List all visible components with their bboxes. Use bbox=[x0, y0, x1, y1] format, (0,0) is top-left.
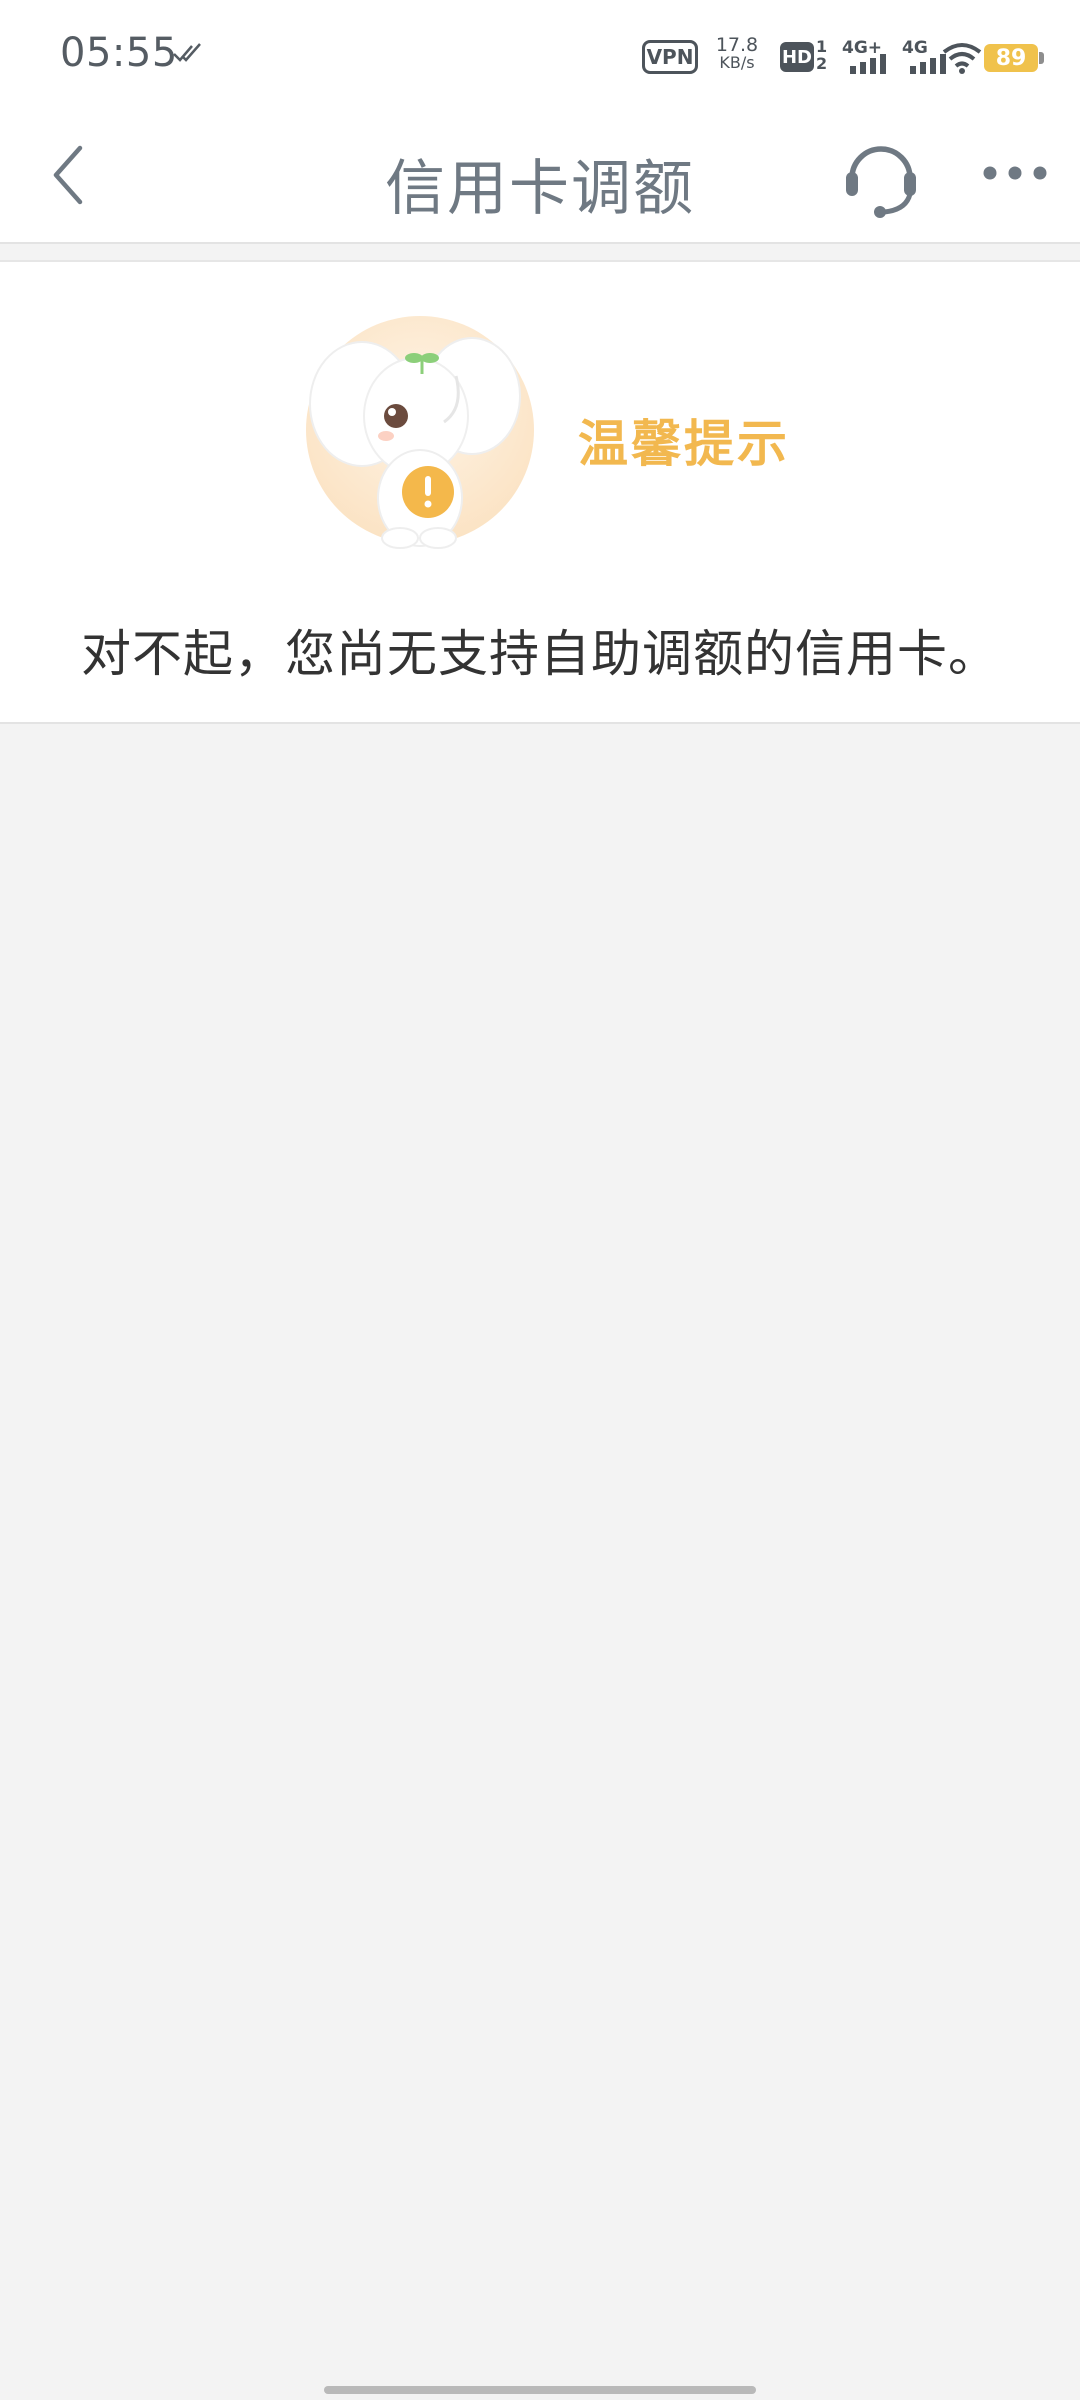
double-check-icon bbox=[173, 43, 201, 62]
signal-1-icon: 4G+ bbox=[842, 38, 894, 84]
vpn-badge: VPN bbox=[642, 40, 698, 74]
hd-sub-bottom: 2 bbox=[816, 54, 828, 73]
status-bar: 05:55 VPN 17.8 KB/s HD 1 2 4G+ 4G 89 bbox=[0, 0, 1080, 112]
signal-2-label: 4G bbox=[902, 38, 928, 58]
status-time: 05:55 bbox=[60, 30, 178, 76]
hd-sim-index: 1 2 bbox=[816, 38, 827, 72]
wifi-icon bbox=[942, 43, 982, 74]
network-speed: 17.8 KB/s bbox=[714, 36, 760, 72]
home-indicator[interactable] bbox=[324, 2386, 756, 2394]
battery-tip bbox=[1039, 52, 1044, 64]
elephant-mascot-icon bbox=[306, 316, 534, 549]
network-speed-value: 17.8 bbox=[715, 34, 759, 56]
notice-title: 温馨提示 bbox=[578, 415, 790, 473]
notice-card: 温馨提示 对不起，您尚无支持自助调额的信用卡。 bbox=[0, 262, 1080, 724]
hd-icon: HD bbox=[780, 42, 814, 72]
navigation-bar: 信用卡调额 bbox=[0, 112, 1080, 244]
notice-message: 对不起，您尚无支持自助调额的信用卡。 bbox=[81, 625, 999, 683]
section-divider bbox=[0, 244, 1080, 262]
battery-indicator: 89 bbox=[984, 44, 1038, 72]
headset-icon[interactable] bbox=[842, 132, 920, 222]
network-speed-unit: KB/s bbox=[719, 53, 755, 72]
signal-1-label: 4G+ bbox=[842, 38, 883, 58]
more-dots-icon[interactable] bbox=[980, 160, 1050, 186]
